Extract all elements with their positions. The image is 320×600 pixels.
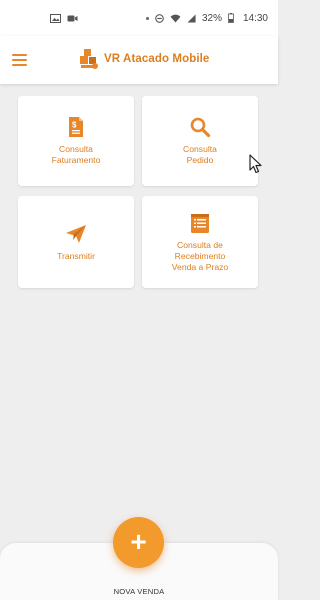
dnd-icon: [155, 13, 164, 23]
status-bar: 32% 14:30: [0, 0, 278, 36]
nova-venda-button[interactable]: +: [113, 517, 164, 568]
card-label: Consulta de Recebimento Venda a Prazo: [171, 239, 229, 272]
plus-icon: +: [130, 525, 147, 557]
brand: VR Atacado Mobile: [78, 46, 209, 72]
card-consulta-faturamento[interactable]: $ Consulta Faturamento: [18, 96, 134, 186]
search-icon: [190, 117, 211, 138]
nova-venda-label[interactable]: NOVA VENDA: [0, 587, 278, 596]
clock-time: 14:30: [242, 12, 268, 24]
card-transmitir[interactable]: Transmitir: [18, 196, 134, 288]
card-consulta-pedido[interactable]: Consulta Pedido: [142, 96, 258, 186]
image-icon: [50, 13, 61, 23]
invoice-dollar-icon: $: [69, 117, 83, 137]
battery-percent: 32%: [201, 12, 222, 24]
card-label: Consulta Faturamento: [51, 144, 101, 165]
video-icon: [67, 15, 78, 21]
card-consulta-recebimento[interactable]: Consulta de Recebimento Venda a Prazo: [142, 196, 258, 288]
signal-icon: [187, 13, 196, 23]
notification-dot-icon: [145, 16, 149, 20]
card-label: Transmitir: [57, 250, 95, 261]
status-right-icons: 32% 14:30: [145, 12, 268, 24]
app-bar: VR Atacado Mobile: [0, 36, 278, 84]
receipt-list-icon: [191, 213, 209, 233]
app-title: VR Atacado Mobile: [104, 53, 210, 65]
mouse-cursor-icon: [249, 154, 262, 174]
battery-icon: [228, 13, 234, 23]
boxes-logo-icon: [80, 49, 98, 69]
hamburger-menu-icon[interactable]: [12, 50, 32, 70]
svg-text:$: $: [72, 121, 77, 130]
status-left-icons: [50, 13, 78, 23]
paper-plane-icon: [66, 224, 86, 243]
wifi-icon: [170, 14, 181, 23]
card-label: Consulta Pedido: [183, 144, 217, 165]
